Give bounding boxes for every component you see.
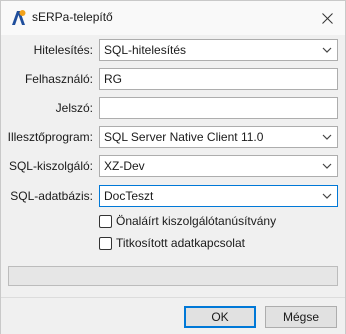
- installer-dialog: sERPa-telepítő Hitelesítés: SQL-hitelesí…: [0, 0, 346, 334]
- username-input[interactable]: RG: [99, 68, 338, 90]
- database-value: DocTeszt: [104, 189, 154, 203]
- driver-dropdown[interactable]: SQL Server Native Client 11.0: [99, 126, 338, 148]
- button-bar: OK Mégse: [1, 297, 345, 334]
- authentication-label: Hitelesítés:: [33, 43, 93, 57]
- encrypted-connection-option[interactable]: Titkosított adatkapcsolat: [99, 235, 245, 251]
- form-area: Hitelesítés: SQL-hitelesítés Felhasználó…: [1, 35, 345, 297]
- driver-value: SQL Server Native Client 11.0: [104, 130, 264, 144]
- server-value: XZ-Dev: [104, 159, 145, 173]
- chevron-down-icon: [322, 193, 332, 199]
- title-bar: sERPa-telepítő: [1, 1, 345, 35]
- password-input[interactable]: [99, 97, 338, 119]
- database-label: SQL-adatbázis:: [10, 189, 93, 203]
- username-label: Felhasználó:: [24, 72, 93, 86]
- progress-bar: [8, 266, 338, 286]
- self-signed-cert-label: Önaláírt kiszolgálótanúsítvány: [116, 214, 277, 228]
- driver-label: Illesztőprogram:: [7, 130, 93, 144]
- cancel-button[interactable]: Mégse: [265, 306, 337, 328]
- ok-button[interactable]: OK: [184, 306, 256, 328]
- server-dropdown[interactable]: XZ-Dev: [99, 155, 338, 177]
- encrypted-connection-checkbox[interactable]: [99, 236, 112, 250]
- chevron-down-icon: [322, 47, 332, 53]
- self-signed-cert-option[interactable]: Önaláírt kiszolgálótanúsítvány: [99, 213, 276, 229]
- close-button[interactable]: [313, 4, 341, 32]
- window-title: sERPa-telepítő: [32, 10, 113, 24]
- authentication-value: SQL-hitelesítés: [104, 43, 187, 57]
- close-icon: [321, 12, 333, 24]
- self-signed-cert-checkbox[interactable]: [99, 214, 112, 228]
- server-label: SQL-kiszolgáló:: [8, 159, 93, 173]
- chevron-down-icon: [322, 134, 332, 140]
- username-value: RG: [104, 72, 122, 86]
- serpa-app-icon: [12, 10, 26, 25]
- encrypted-connection-label: Titkosított adatkapcsolat: [116, 236, 245, 250]
- password-label: Jelszó:: [55, 101, 93, 115]
- database-dropdown[interactable]: DocTeszt: [99, 185, 338, 207]
- authentication-dropdown[interactable]: SQL-hitelesítés: [99, 39, 338, 61]
- chevron-down-icon: [322, 163, 332, 169]
